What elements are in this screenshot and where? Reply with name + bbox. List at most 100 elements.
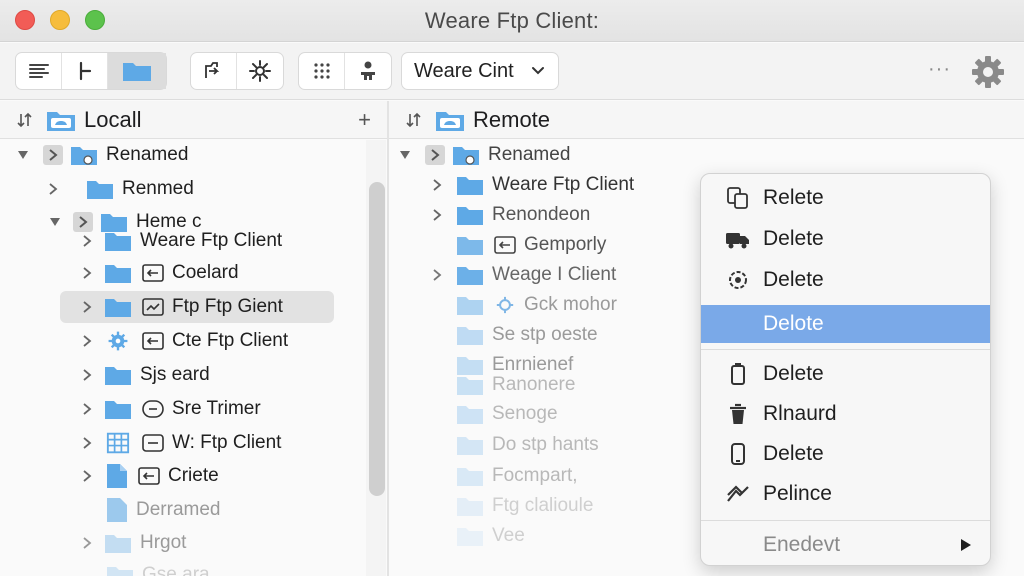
tree-item-label: Senoge [492,403,558,424]
chevron-right-icon[interactable] [80,266,94,280]
folder-icon [457,237,483,255]
menu-item-delete[interactable]: Delete [701,220,990,258]
menu-item-label: Rlnaurd [763,402,837,425]
tree-item-label: Derramed [136,499,221,520]
server-select[interactable]: Weare Cint [401,52,559,90]
menu-item-submenu[interactable]: Enedevt [701,526,990,564]
chevron-right-icon[interactable] [430,178,444,192]
tree-item[interactable]: Renmed [46,174,194,204]
chevron-right-icon[interactable] [430,268,444,282]
tree-item-label: Do stp hants [492,434,599,455]
back-button[interactable] [62,53,108,89]
tree-item-selected[interactable]: Ftp Ftp Gient [60,291,334,323]
tree-item[interactable]: Coelard [80,258,239,288]
menu-item-label: Pelince [763,482,832,505]
folder-view-button[interactable] [108,53,166,89]
chevron-right-icon[interactable] [80,300,94,314]
tree-item[interactable]: Hrgot [80,528,186,558]
cog-icon [729,271,747,289]
transfer-icon [142,298,164,316]
transfer-icon [494,236,516,254]
chevron-right-icon[interactable] [80,536,94,550]
menu-item-pelince[interactable]: Pelince [701,475,990,513]
chevron-right-icon[interactable] [46,182,60,196]
sort-icon[interactable] [405,111,423,129]
tree-item[interactable]: Renamed [398,140,570,170]
tree-item[interactable]: Sre Trimer [80,394,261,424]
more-options-button[interactable]: ··· [928,58,951,81]
chevron-right-icon[interactable] [430,208,444,222]
tree-item-label: Ftp Ftp Gient [172,296,283,317]
tree-item-label: Gck mohor [524,294,617,315]
tree-item-label: Focmpart, [492,465,578,486]
tree-item[interactable]: Gck mohor [456,290,617,320]
tree-item[interactable]: Criete [80,461,219,491]
sort-icon[interactable] [16,111,34,129]
tree-item[interactable]: Ftg clalioule [456,491,593,521]
tree-item-label: Weage I Client [492,264,617,285]
folder-icon [457,207,483,225]
folder-icon [105,265,131,283]
disclosure-open-icon[interactable] [16,148,30,162]
gear-icon [249,60,271,82]
gear-icon [496,296,514,314]
tree-item[interactable]: Se stp oeste [456,320,598,350]
server-select-label: Weare Cint [414,59,514,82]
add-local-button[interactable]: + [358,107,371,133]
disclosure-open-icon[interactable] [48,215,62,229]
truck-icon [726,233,749,249]
tree-item[interactable]: Weare Ftp Client [430,170,634,200]
tree-item[interactable]: Derramed [106,495,220,525]
folder-icon [457,528,483,546]
settings-button[interactable] [237,53,283,89]
trash-icon [730,403,746,424]
menu-item-delete[interactable]: Delete [701,435,990,473]
chevron-right-icon[interactable] [80,234,94,248]
chevron-right-icon[interactable] [80,436,94,450]
tree-item[interactable]: Focmpart, [456,461,578,491]
folder-icon [105,367,131,385]
menu-item-relete[interactable]: Relete [701,179,990,217]
tree-item[interactable]: Weare Ftp Client [80,226,282,256]
folder-icon [457,177,483,195]
tree-item[interactable]: W: Ftp Client [80,428,281,458]
tree-item[interactable]: Gse ara [106,560,210,576]
folder-icon [457,377,483,395]
tree-item[interactable]: Renamed [16,140,188,170]
list-view-button[interactable] [16,53,62,89]
preferences-gear-icon[interactable] [969,53,1007,91]
chevron-right-icon[interactable] [80,402,94,416]
menu-item-label: Delete [763,227,824,250]
tree-item[interactable]: Sjs eard [80,360,210,390]
tree-item[interactable]: Vee [456,521,525,551]
menu-item-rlnaurd[interactable]: Rlnaurd [701,395,990,433]
tree-item-label: Renamed [488,144,571,165]
tree-item[interactable]: Gemporly [456,230,606,260]
chevron-right-icon[interactable] [80,469,94,483]
chevron-right-icon[interactable] [80,368,94,382]
folder-icon [105,299,131,317]
submenu-arrow-icon [961,539,971,551]
user-button[interactable] [345,53,391,89]
tree-item-label: Gemporly [524,234,607,255]
tree-item[interactable]: Renondeon [430,200,590,230]
chevron-right-icon[interactable] [80,334,94,348]
tree-item-label: Ftg clalioule [492,495,594,516]
grid-button[interactable] [299,53,345,89]
menu-item-delete[interactable]: Delete [701,355,990,393]
menu-item-highlighted[interactable]: Delote [701,305,990,343]
menu-item-delete[interactable]: Delete [701,261,990,299]
folder-icon [457,437,483,455]
tree-item-label: Hrgot [140,532,187,553]
tree-item[interactable]: Weage I Client [430,260,616,290]
menu-item-label: Delote [763,312,824,335]
local-scrollbar-thumb[interactable] [369,182,385,496]
tree-item[interactable]: Senoge [456,399,558,429]
tree-item[interactable]: Cte Ftp Client [80,326,288,356]
sync-button[interactable] [191,53,237,89]
pane-divider[interactable] [387,101,389,576]
disclosure-open-icon[interactable] [398,148,412,162]
tree-item[interactable]: Do stp hants [456,430,599,460]
folder-icon [457,468,483,486]
tree-item[interactable]: Ranonere [456,370,575,400]
